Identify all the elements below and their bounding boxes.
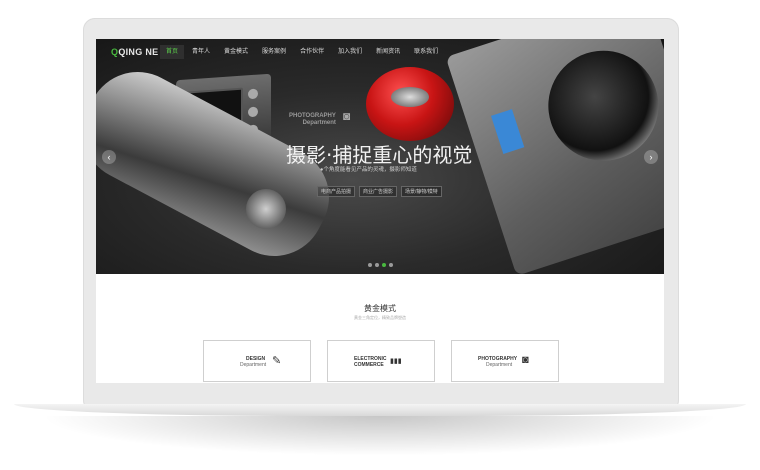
kettle-lid xyxy=(391,87,429,107)
carousel-dot[interactable] xyxy=(375,263,379,267)
electronic-commerce-card[interactable]: ELECTRONIC COMMERCE ▮▮▮ xyxy=(327,340,435,382)
hero-subtitle: ●个角度能看见产品的灵魂，摄影师知道 xyxy=(320,167,417,173)
nav-item[interactable]: 青年人 xyxy=(186,45,216,59)
laptop-shadow xyxy=(40,416,720,456)
carousel-dot[interactable] xyxy=(382,263,386,267)
carousel-dot[interactable] xyxy=(368,263,372,267)
nav-item[interactable]: 服务案例 xyxy=(256,45,292,59)
hero-tag[interactable]: 电商产品拍摄 xyxy=(317,186,356,197)
pencil-icon: ✎ xyxy=(272,355,282,367)
carousel-dot[interactable] xyxy=(389,263,393,267)
nav-item[interactable]: 联系我们 xyxy=(408,45,444,59)
camera-icon: ◙ xyxy=(522,354,529,366)
carousel-next-button[interactable]: › xyxy=(644,150,658,164)
section-title: 黄金模式 xyxy=(364,304,396,313)
photography-department-card[interactable]: PHOTOGRAPHY Department ◙ xyxy=(451,340,559,382)
oven-knob xyxy=(248,88,258,100)
card-subtitle: Department xyxy=(486,362,513,368)
nav-item[interactable]: 黄金模式 xyxy=(218,45,254,59)
photography-label-line1: PHOTOGRAPHY xyxy=(289,113,336,119)
laptop-base xyxy=(14,404,746,416)
thermos-cap xyxy=(246,189,286,229)
nav-menu: 首页 青年人 黄金模式 服务案例 合作伙伴 加入我们 新闻资讯 联系我们 xyxy=(160,45,446,59)
nav-item[interactable]: 合作伙伴 xyxy=(294,45,330,59)
site-logo[interactable]: QQING NE xyxy=(111,47,158,57)
hero-tag[interactable]: 场景/静物/模特 xyxy=(401,186,442,197)
hero-title: 摄影·捕捉重心的视觉 xyxy=(286,143,473,167)
bar-chart-icon: ▮▮▮ xyxy=(390,358,402,365)
nav-item[interactable]: 首页 xyxy=(160,45,185,59)
oven-knob xyxy=(248,106,258,118)
nav-item[interactable]: 新闻资讯 xyxy=(370,45,406,59)
nav-item[interactable]: 加入我们 xyxy=(332,45,368,59)
section-subtitle: 黄金三角定位，精致品牌塑造 xyxy=(354,315,406,320)
top-navigation: QQING NE 首页 青年人 黄金模式 服务案例 合作伙伴 加入我们 新闻资讯 联系我们 xyxy=(96,39,664,65)
photography-label: PHOTOGRAPHY Department ◙ xyxy=(289,110,350,127)
washer-display xyxy=(491,109,525,154)
carousel-prev-button[interactable]: ‹ xyxy=(102,150,116,164)
carousel-indicators xyxy=(368,263,396,267)
website-screen: QQING NE 首页 青年人 黄金模式 服务案例 合作伙伴 加入我们 新闻资讯 联系我们 P… xyxy=(96,39,664,383)
hero-banner: QQING NE 首页 青年人 黄金模式 服务案例 合作伙伴 加入我们 新闻资讯 联系我们 P… xyxy=(96,39,664,274)
design-department-card[interactable]: DESIGN Department ✎ xyxy=(203,340,311,382)
card-subtitle: Department xyxy=(240,362,267,368)
hero-tags: 电商产品拍摄 商业广告摄影 场景/静物/模特 xyxy=(317,186,446,197)
card-subtitle: COMMERCE xyxy=(354,362,384,368)
washing-machine-image xyxy=(445,39,664,274)
camera-icon: ◙ xyxy=(343,109,351,123)
hero-tag[interactable]: 商业广告摄影 xyxy=(359,186,398,197)
photography-label-line2: Department xyxy=(302,120,336,126)
